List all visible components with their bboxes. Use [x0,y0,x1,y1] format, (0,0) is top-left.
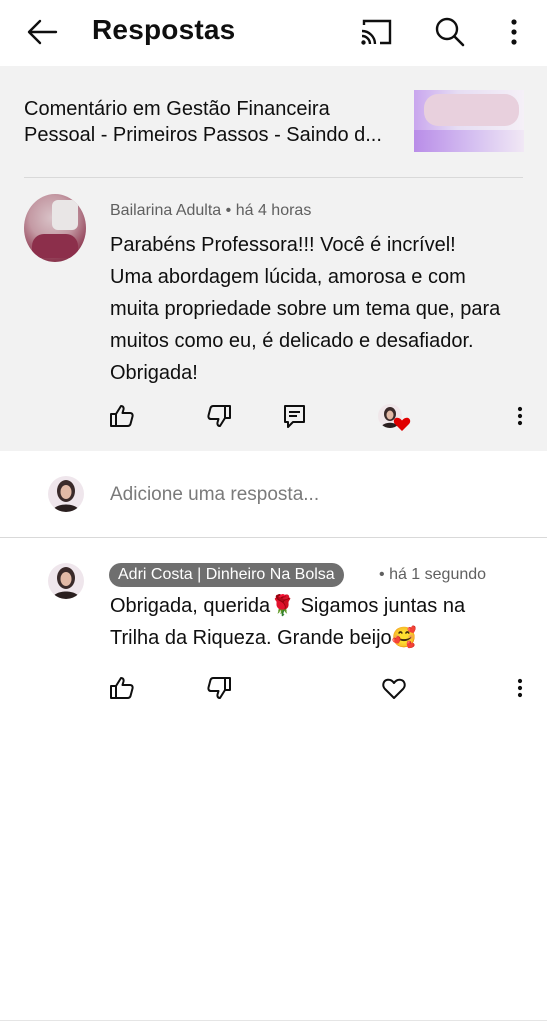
cast-icon[interactable] [356,12,396,52]
creator-author-chip[interactable]: Adri Costa | Dinheiro Na Bolsa [109,563,344,587]
like-icon[interactable] [108,402,136,430]
dislike-icon[interactable] [205,402,233,430]
comment-actions [0,398,547,434]
reply-text: Obrigada, querida🌹 Sigamos juntas na Tri… [110,590,530,654]
avatar-body [32,234,78,258]
top-app-bar: Respostas [0,0,547,64]
video-thumbnail[interactable] [414,90,524,152]
heart-icon [393,416,411,437]
comment-more-icon[interactable] [506,402,534,430]
page-title: Respostas [92,14,236,45]
creator-heart-badge [378,404,412,434]
comment-meta: Bailarina Adulta • há 4 horas [110,202,311,220]
comment-text: Parabéns Professora!!! Você é incrível! … [110,229,530,389]
comment-author[interactable]: Bailarina Adulta [110,202,221,219]
comment-line: Parabéns Professora!!! Você é incrível! [110,234,456,256]
bottom-divider [0,1020,547,1021]
video-reference[interactable]: Comentário em Gestão Financeira Pessoal … [0,66,547,178]
avatar-blur [52,200,78,230]
comment-line: Uma abordagem lúcida, amorosa e com [110,266,466,288]
reply-line: Trilha da Riqueza. Grande beijo🥰 [110,627,417,649]
back-arrow-icon[interactable] [22,12,62,52]
thumbnail-blurred-area [424,94,519,126]
like-icon[interactable] [108,674,136,702]
comment-line: muitos como eu, é delicado e desafiador. [110,330,474,352]
reply-line: Obrigada, querida🌹 Sigamos juntas na [110,595,466,617]
heart-outline-icon[interactable] [380,674,408,702]
reply-more-icon[interactable] [506,674,534,702]
search-icon[interactable] [430,12,470,52]
comment-line: muita propriedade sobre um tema que, par… [110,298,501,320]
current-user-avatar [48,476,84,512]
avatar[interactable] [48,563,84,599]
reply-time-row: • há 1 segundo [379,566,486,584]
video-title-line-1: Comentário em Gestão Financeira [24,98,330,120]
meta-separator: • [225,202,232,219]
dislike-icon[interactable] [205,674,233,702]
reply-icon[interactable] [281,402,309,430]
video-title-line-2: Pessoal - Primeiros Passos - Saindo d... [24,124,382,146]
meta-separator: • [379,566,385,583]
reply-actions [0,670,547,706]
comment-time: há 4 horas [235,202,312,219]
avatar[interactable] [24,194,86,262]
reply-input-placeholder[interactable]: Adicione uma resposta... [110,484,319,506]
reply-input-row[interactable]: Adicione uma resposta... [0,451,547,537]
thumbnail-band [414,130,524,152]
more-vert-icon[interactable] [496,12,532,52]
video-title: Comentário em Gestão Financeira Pessoal … [24,96,399,148]
reply-time: há 1 segundo [389,566,487,583]
comment-line: Obrigada! [110,362,198,384]
